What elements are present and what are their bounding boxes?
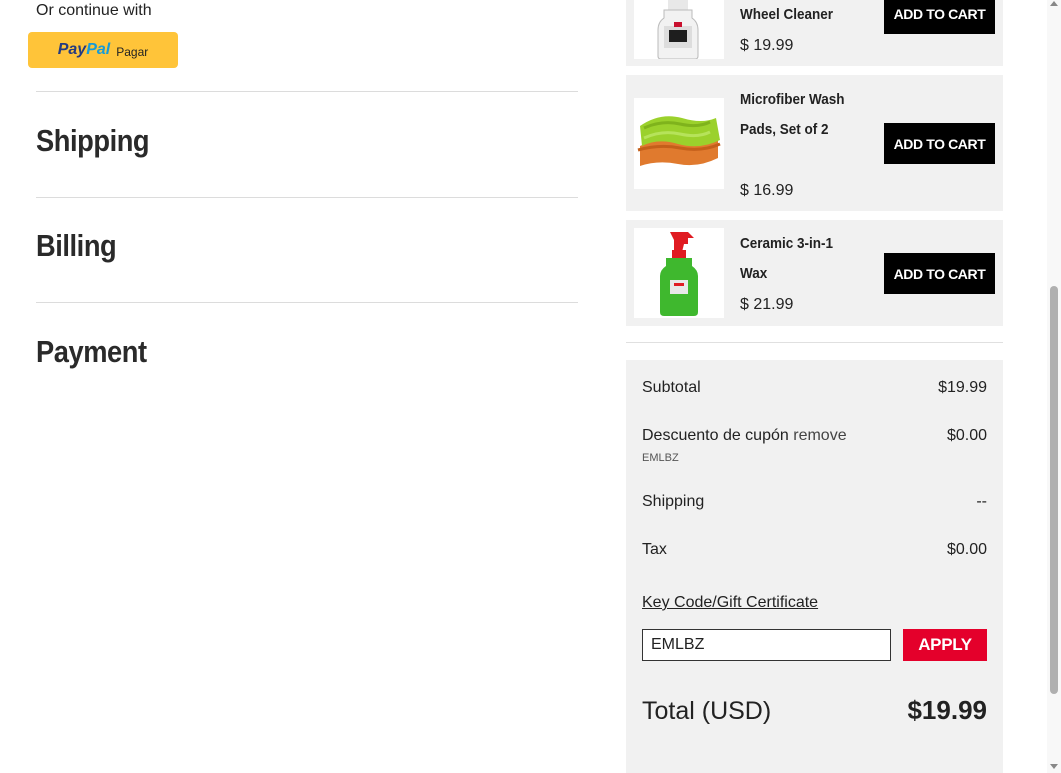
section-title-shipping[interactable]: Shipping: [36, 123, 150, 159]
divider: [36, 197, 578, 198]
product-name[interactable]: Microfiber Wash Pads, Set of 2: [740, 85, 848, 145]
product-card: Ceramic 3-in-1 Wax $ 21.99 ADD TO CART: [626, 220, 1003, 326]
product-price: $ 21.99: [740, 296, 794, 313]
divider: [626, 342, 1003, 343]
continue-with-text: Or continue with: [36, 2, 152, 19]
scrollbar-thumb[interactable]: [1050, 286, 1058, 694]
product-name[interactable]: Wheel Cleaner: [740, 0, 848, 30]
divider: [36, 302, 578, 303]
scroll-down-icon[interactable]: [1050, 764, 1058, 769]
tax-label: Tax: [642, 541, 667, 558]
coupon-code: EMLBZ: [642, 452, 679, 464]
add-to-cart-button[interactable]: ADD TO CART: [884, 123, 995, 164]
divider: [36, 91, 578, 92]
wash-pads-icon: [634, 98, 724, 189]
coupon-row: Descuento de cupón remove: [642, 427, 847, 445]
product-card: Microfiber Wash Pads, Set of 2 $ 16.99 A…: [626, 75, 1003, 211]
product-price: $ 19.99: [740, 37, 794, 54]
key-code-input[interactable]: [642, 629, 891, 661]
paypal-logo-pay: Pay: [57, 41, 87, 58]
spray-bottle-green-icon: [634, 228, 724, 318]
key-code-link[interactable]: Key Code/Gift Certificate: [642, 594, 818, 612]
paypal-button-label: Pagar: [116, 44, 149, 59]
spray-bottle-white-icon: [634, 0, 724, 60]
section-title-billing[interactable]: Billing: [36, 228, 117, 264]
paypal-logo-pal: Pal: [86, 41, 111, 58]
tax-value: $0.00: [946, 541, 987, 558]
shipping-label: Shipping: [642, 493, 705, 510]
scroll-up-icon[interactable]: [1050, 1, 1058, 6]
product-name[interactable]: Ceramic 3-in-1 Wax: [740, 229, 848, 289]
apply-button[interactable]: APPLY: [903, 629, 987, 661]
product-card: Wheel Cleaner $ 19.99 ADD TO CART: [626, 0, 1003, 66]
product-price: $ 16.99: [740, 182, 794, 199]
subtotal-label: Subtotal: [642, 379, 701, 396]
total-label: Total (USD): [642, 697, 772, 725]
coupon-remove-link[interactable]: remove: [793, 427, 846, 444]
order-summary: Subtotal $19.99 Descuento de cupón remov…: [626, 360, 1003, 773]
coupon-value: $0.00: [946, 427, 987, 444]
add-to-cart-button[interactable]: ADD TO CART: [884, 0, 995, 34]
total-value: $19.99: [907, 695, 987, 725]
coupon-label: Descuento de cupón: [642, 427, 789, 444]
scrollbar[interactable]: [1047, 0, 1061, 773]
shipping-value: --: [976, 493, 987, 510]
section-title-payment[interactable]: Payment: [36, 334, 147, 370]
subtotal-value: $19.99: [938, 379, 987, 396]
add-to-cart-button[interactable]: ADD TO CART: [884, 253, 995, 294]
paypal-button[interactable]: Pay Pal Pagar: [28, 32, 178, 68]
